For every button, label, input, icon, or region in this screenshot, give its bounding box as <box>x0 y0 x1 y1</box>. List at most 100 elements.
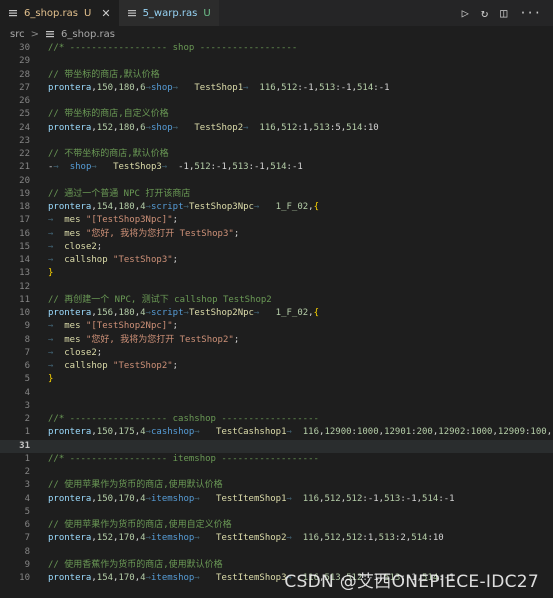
code-token: 513 <box>313 122 330 133</box>
code-line[interactable]: 6 → callshop "TestShop2"; <box>0 360 553 373</box>
code-token: // 使用香蕉作为货币的商店,使用默认价格 <box>48 559 223 570</box>
code-line[interactable]: 19 // 通过一个普通 NPC 打开该商店 <box>0 188 553 201</box>
line-number: 14 <box>19 255 30 265</box>
split-editor-icon[interactable]: ◫ <box>500 7 507 19</box>
tab-5-warp[interactable]: 5_warp.ras U <box>118 0 219 26</box>
code-line[interactable]: 27 prontera,150,180,6→shop→ TestShop1→ 11… <box>0 82 553 95</box>
code-line[interactable]: 2 //* ------------------ cashshop -------… <box>0 413 553 426</box>
code-line[interactable]: 4 prontera,150,170,4→itemshop→ TestItemSh… <box>0 493 553 506</box>
code-token: "TestShop3" <box>113 255 173 265</box>
code-line[interactable]: 31 <box>0 439 553 453</box>
code-token: "您好, 我将为您打开 TestShop3" <box>85 228 234 239</box>
line-number: 4 <box>24 493 30 504</box>
line-code: → close2; <box>48 241 102 254</box>
code-line[interactable]: 17 → mes "[TestShop3Npc]"; <box>0 214 553 227</box>
code-token: → <box>161 162 179 173</box>
line-number: 27 <box>19 82 30 93</box>
editor-actions: ▷ ↻ ◫ ··· <box>462 0 553 26</box>
code-token: // 通过一个普通 NPC 打开该商店 <box>48 188 191 199</box>
code-line[interactable]: 14 → callshop "TestShop3"; <box>0 254 553 267</box>
line-code: prontera,150,175,4→cashshop→ TestCashsho… <box>48 426 553 439</box>
code-token: → <box>91 162 114 173</box>
tab-6-shop[interactable]: 6_shop.ras U ✕ <box>0 0 119 26</box>
code-token: 512 <box>194 162 211 173</box>
code-line[interactable]: 15 → close2; <box>0 241 553 254</box>
code-line[interactable]: 8 <box>0 546 553 559</box>
more-actions-icon[interactable]: ··· <box>519 7 541 19</box>
code-token: → <box>48 215 65 226</box>
code-line[interactable]: 7 → close2; <box>0 347 553 360</box>
line-number: 28 <box>19 69 30 80</box>
code-token: 513 <box>384 493 401 504</box>
code-line[interactable]: 5 <box>0 506 553 519</box>
code-line[interactable]: 7 prontera,152,170,4→itemshop→ TestItemSh… <box>0 532 553 545</box>
code-token: // 再创建一个 NPC, 测试下 callshop TestShop2 <box>48 294 272 305</box>
code-line[interactable]: 3 <box>0 400 553 413</box>
code-line[interactable]: 1 prontera,150,175,4→cashshop→ TestCashsh… <box>0 426 553 439</box>
line-number: 6 <box>24 361 30 371</box>
line-code: //* ------------------ shop ------------… <box>48 42 297 55</box>
code-line[interactable]: 26 <box>0 95 553 108</box>
code-line[interactable]: 22 // 不带坐标的商店,默认价格 <box>0 148 553 161</box>
code-line[interactable]: 10 prontera,156,180,4→script→TestShop2Npc… <box>0 307 553 320</box>
code-line[interactable]: 29 <box>0 55 553 68</box>
code-line[interactable]: 1 //* ------------------ itemshop -------… <box>0 453 553 466</box>
line-number: 10 <box>19 573 30 583</box>
code-line[interactable]: 9 → mes "[TestShop2Npc]"; <box>0 320 553 333</box>
line-code: // 带坐标的商店,默认价格 <box>48 69 160 82</box>
breadcrumb-folder[interactable]: src <box>10 29 25 40</box>
code-line[interactable]: 6 // 使用苹果作为货币的商店,使用自定义价格 <box>0 519 553 532</box>
code-token: → <box>48 241 65 252</box>
code-line[interactable]: 2 <box>0 466 553 479</box>
code-token: :1, <box>362 533 379 544</box>
code-line[interactable]: 25 // 带坐标的商店,自定义价格 <box>0 108 553 121</box>
code-token: → <box>286 427 303 438</box>
code-line[interactable]: 30 //* ------------------ shop ----------… <box>0 42 553 55</box>
breadcrumb-file[interactable]: 6_shop.ras <box>61 29 115 40</box>
line-code: prontera,156,180,4→script→TestShop2Npc→ … <box>48 307 319 320</box>
code-token: :10 <box>362 122 379 133</box>
code-token: :-1 <box>286 162 303 173</box>
line-code: prontera,152,180,6→shop→ TestShop2→ 116,… <box>48 122 379 135</box>
code-token: 116 <box>302 493 320 504</box>
code-line[interactable]: 13} <box>0 267 553 280</box>
code-token: 1000 <box>356 427 379 438</box>
code-line[interactable]: 18 prontera,154,180,4→script→TestShop3Npc… <box>0 201 553 214</box>
code-line[interactable]: 4 <box>0 387 553 400</box>
code-token: shop <box>69 162 92 173</box>
code-line[interactable]: 28 // 带坐标的商店,默认价格 <box>0 69 553 82</box>
code-token: -1, <box>178 162 195 173</box>
code-token: 514 <box>411 533 428 544</box>
code-line[interactable]: 23 <box>0 135 553 148</box>
code-line[interactable]: 11 // 再创建一个 NPC, 测试下 callshop TestShop2 <box>0 294 553 307</box>
code-line[interactable]: 12 <box>0 281 553 294</box>
code-line[interactable]: 20 <box>0 175 553 188</box>
code-token: itemshop <box>151 493 195 504</box>
code-token: :2, <box>394 533 412 544</box>
code-token: ,12 <box>546 427 553 438</box>
line-number: 10 <box>19 308 30 318</box>
code-token: 513 <box>319 82 336 93</box>
line-code: → mes "您好, 我将为您打开 TestShop2"; <box>48 334 239 347</box>
code-token: → <box>194 573 217 583</box>
run-icon[interactable]: ▷ <box>462 7 469 19</box>
line-number: 25 <box>19 109 30 120</box>
code-token: prontera <box>48 308 92 318</box>
code-line[interactable]: 16 → mes "您好, 我将为您打开 TestShop3"; <box>0 228 553 241</box>
code-token: 512 <box>346 533 363 544</box>
code-line[interactable]: 8 → mes "您好, 我将为您打开 TestShop2"; <box>0 334 553 347</box>
code-token: 1_F_02 <box>275 308 309 318</box>
code-token: { <box>313 308 320 318</box>
code-editor[interactable]: 30 //* ------------------ shop ----------… <box>0 42 553 598</box>
code-token: ; <box>172 215 179 226</box>
line-number: 17 <box>19 215 30 226</box>
code-line[interactable]: 24 prontera,152,180,6→shop→ TestShop2→ 11… <box>0 122 553 135</box>
code-token: // 使用苹果作为货币的商店,使用默认价格 <box>48 480 223 491</box>
code-line[interactable]: 3 // 使用苹果作为货币的商店,使用默认价格 <box>0 479 553 492</box>
close-icon[interactable]: ✕ <box>101 7 110 20</box>
code-line[interactable]: 5} <box>0 373 553 386</box>
code-token: callshop <box>64 361 108 371</box>
code-line[interactable]: 21 -→ shop→ TestShop3→ -1,512:-1,513:-1,5… <box>0 161 553 174</box>
code-token: "[TestShop2Npc]" <box>85 321 173 332</box>
history-icon[interactable]: ↻ <box>481 7 488 19</box>
